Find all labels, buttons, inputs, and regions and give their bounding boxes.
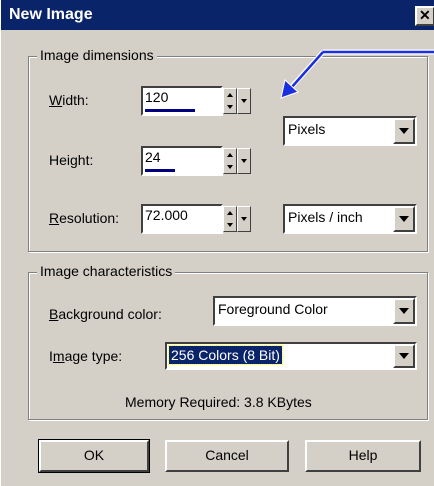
new-image-dialog: New Image ✕ Image dimensions Width: 120 … bbox=[0, 0, 434, 486]
annotation-arrow-icon bbox=[280, 49, 434, 99]
